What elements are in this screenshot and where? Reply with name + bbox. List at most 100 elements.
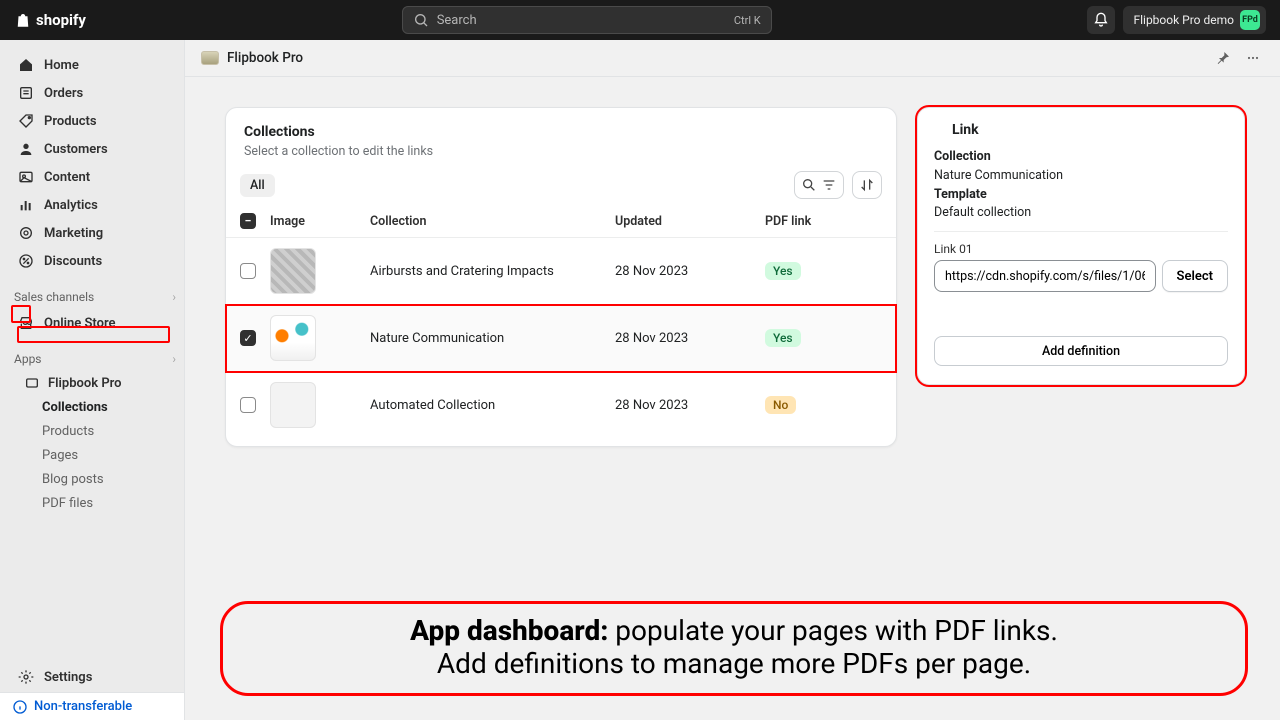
sidebar-item-label: Analytics <box>44 198 98 213</box>
info-icon <box>12 699 28 715</box>
row-name: Nature Communication <box>370 331 615 346</box>
more-button[interactable] <box>1242 47 1264 69</box>
bars-icon <box>18 197 34 213</box>
tag-icon <box>18 113 34 129</box>
discount-icon <box>18 253 34 269</box>
sidebar-app-products[interactable]: Products <box>6 420 178 442</box>
badge-label: Non-transferable <box>34 699 132 714</box>
col-image: Image <box>270 214 370 229</box>
collections-card: Collections Select a collection to edit … <box>225 107 897 447</box>
sidebar-item-label: Home <box>44 58 79 73</box>
sidebar-item-home[interactable]: Home <box>6 52 178 78</box>
sidebar: Home Orders Products Customers Content A… <box>0 40 185 720</box>
sidebar-item-orders[interactable]: Orders <box>6 80 178 106</box>
status-badge: No <box>765 396 796 414</box>
row-checkbox[interactable] <box>240 397 256 413</box>
table-row[interactable]: Airbursts and Cratering Impacts 28 Nov 2… <box>226 238 896 305</box>
dots-icon <box>1245 50 1261 66</box>
breadcrumb: Flipbook Pro <box>185 40 1280 77</box>
avatar: FPd <box>1240 10 1260 30</box>
sidebar-item-discounts[interactable]: Discounts <box>6 248 178 274</box>
row-checkbox[interactable] <box>240 263 256 279</box>
search-kbd-hint: Ctrl K <box>734 14 761 27</box>
sidebar-item-label: Online Store <box>44 316 116 331</box>
sidebar-app-pdf[interactable]: PDF files <box>6 492 178 514</box>
home-icon <box>18 57 34 73</box>
sidebar-item-online-store[interactable]: Online Store <box>6 310 178 336</box>
image-icon <box>18 169 34 185</box>
chevron-right-icon: › <box>172 290 176 304</box>
sidebar-app-collections[interactable]: Collections <box>6 396 178 418</box>
store-icon <box>18 315 34 331</box>
sidebar-item-products[interactable]: Products <box>6 108 178 134</box>
notifications-button[interactable] <box>1087 6 1115 34</box>
select-button[interactable]: Select <box>1162 260 1228 292</box>
pin-button[interactable] <box>1212 47 1234 69</box>
callout-line1: populate your pages with PDF links. <box>608 614 1058 647</box>
store-name: Flipbook Pro demo <box>1133 13 1234 27</box>
callout-line2: Add definitions to manage more PDFs per … <box>437 647 1031 680</box>
add-definition-button[interactable]: Add definition <box>934 336 1228 366</box>
sidebar-item-settings[interactable]: Settings <box>6 664 178 690</box>
status-badge: Yes <box>765 329 801 347</box>
shopify-bag-icon <box>14 11 32 29</box>
sidebar-item-marketing[interactable]: Marketing <box>6 220 178 246</box>
link-field-label: Link 01 <box>934 242 1228 256</box>
orders-icon <box>18 85 34 101</box>
card-subtitle: Select a collection to edit the links <box>226 144 896 171</box>
table-header: − Image Collection Updated PDF link <box>226 205 896 238</box>
target-icon <box>18 225 34 241</box>
pin-icon <box>1215 50 1231 66</box>
sidebar-item-analytics[interactable]: Analytics <box>6 192 178 218</box>
table-row[interactable]: Nature Communication 28 Nov 2023 Yes <box>226 305 896 372</box>
row-thumb <box>270 315 316 361</box>
topbar: shopify Search Ctrl K Flipbook Pro demo … <box>0 0 1280 40</box>
sidebar-item-label: Settings <box>44 670 92 685</box>
search-icon <box>801 177 817 193</box>
search-placeholder: Search <box>437 13 477 28</box>
callout-bold: App dashboard: <box>410 614 608 647</box>
search-filter-button[interactable] <box>794 171 844 199</box>
card-title: Collections <box>226 124 896 144</box>
apps-header[interactable]: Apps› <box>0 346 184 372</box>
non-transferable-badge[interactable]: Non-transferable <box>0 692 184 720</box>
tab-all[interactable]: All <box>240 174 275 197</box>
sidebar-item-label: Marketing <box>44 226 103 241</box>
sidebar-item-customers[interactable]: Customers <box>6 136 178 162</box>
chevron-right-icon: › <box>172 352 176 366</box>
row-checkbox[interactable] <box>240 330 256 346</box>
sidebar-item-label: Content <box>44 170 90 185</box>
row-thumb <box>270 248 316 294</box>
sidebar-item-label: PDF files <box>42 496 93 511</box>
marketing-callout: App dashboard: populate your pages with … <box>220 601 1248 696</box>
sidebar-app-pages[interactable]: Pages <box>6 444 178 466</box>
sidebar-item-label: Customers <box>44 142 108 157</box>
search-icon <box>413 12 429 28</box>
table-row[interactable]: Automated Collection 28 Nov 2023 No <box>226 372 896 438</box>
sidebar-item-content[interactable]: Content <box>6 164 178 190</box>
sidebar-item-label: Blog posts <box>42 472 104 487</box>
app-crumb-icon <box>201 51 219 65</box>
collection-value: Nature Communication <box>934 167 1228 186</box>
row-updated: 28 Nov 2023 <box>615 331 765 346</box>
row-name: Automated Collection <box>370 398 615 413</box>
page-title: Flipbook Pro <box>227 50 303 66</box>
store-switcher[interactable]: Flipbook Pro demo FPd <box>1123 6 1266 34</box>
section-label: Sales channels <box>14 290 94 304</box>
sales-channels-header[interactable]: Sales channels › <box>0 284 184 310</box>
app-icon <box>24 375 40 391</box>
col-updated: Updated <box>615 214 765 229</box>
panel-title: Link <box>934 122 1228 142</box>
gear-icon <box>18 669 34 685</box>
search-input[interactable]: Search Ctrl K <box>402 6 772 34</box>
shopify-logo[interactable]: shopify <box>14 11 86 29</box>
collection-label: Collection <box>934 148 1228 167</box>
sidebar-app-blogposts[interactable]: Blog posts <box>6 468 178 490</box>
sort-button[interactable] <box>852 171 882 199</box>
bell-icon <box>1093 12 1109 28</box>
col-collection: Collection <box>370 214 615 229</box>
header-checkbox[interactable]: − <box>240 213 256 229</box>
link-url-input[interactable] <box>934 260 1156 292</box>
sidebar-app-flipbook[interactable]: Flipbook Pro <box>6 372 178 394</box>
template-label: Template <box>934 186 1228 205</box>
